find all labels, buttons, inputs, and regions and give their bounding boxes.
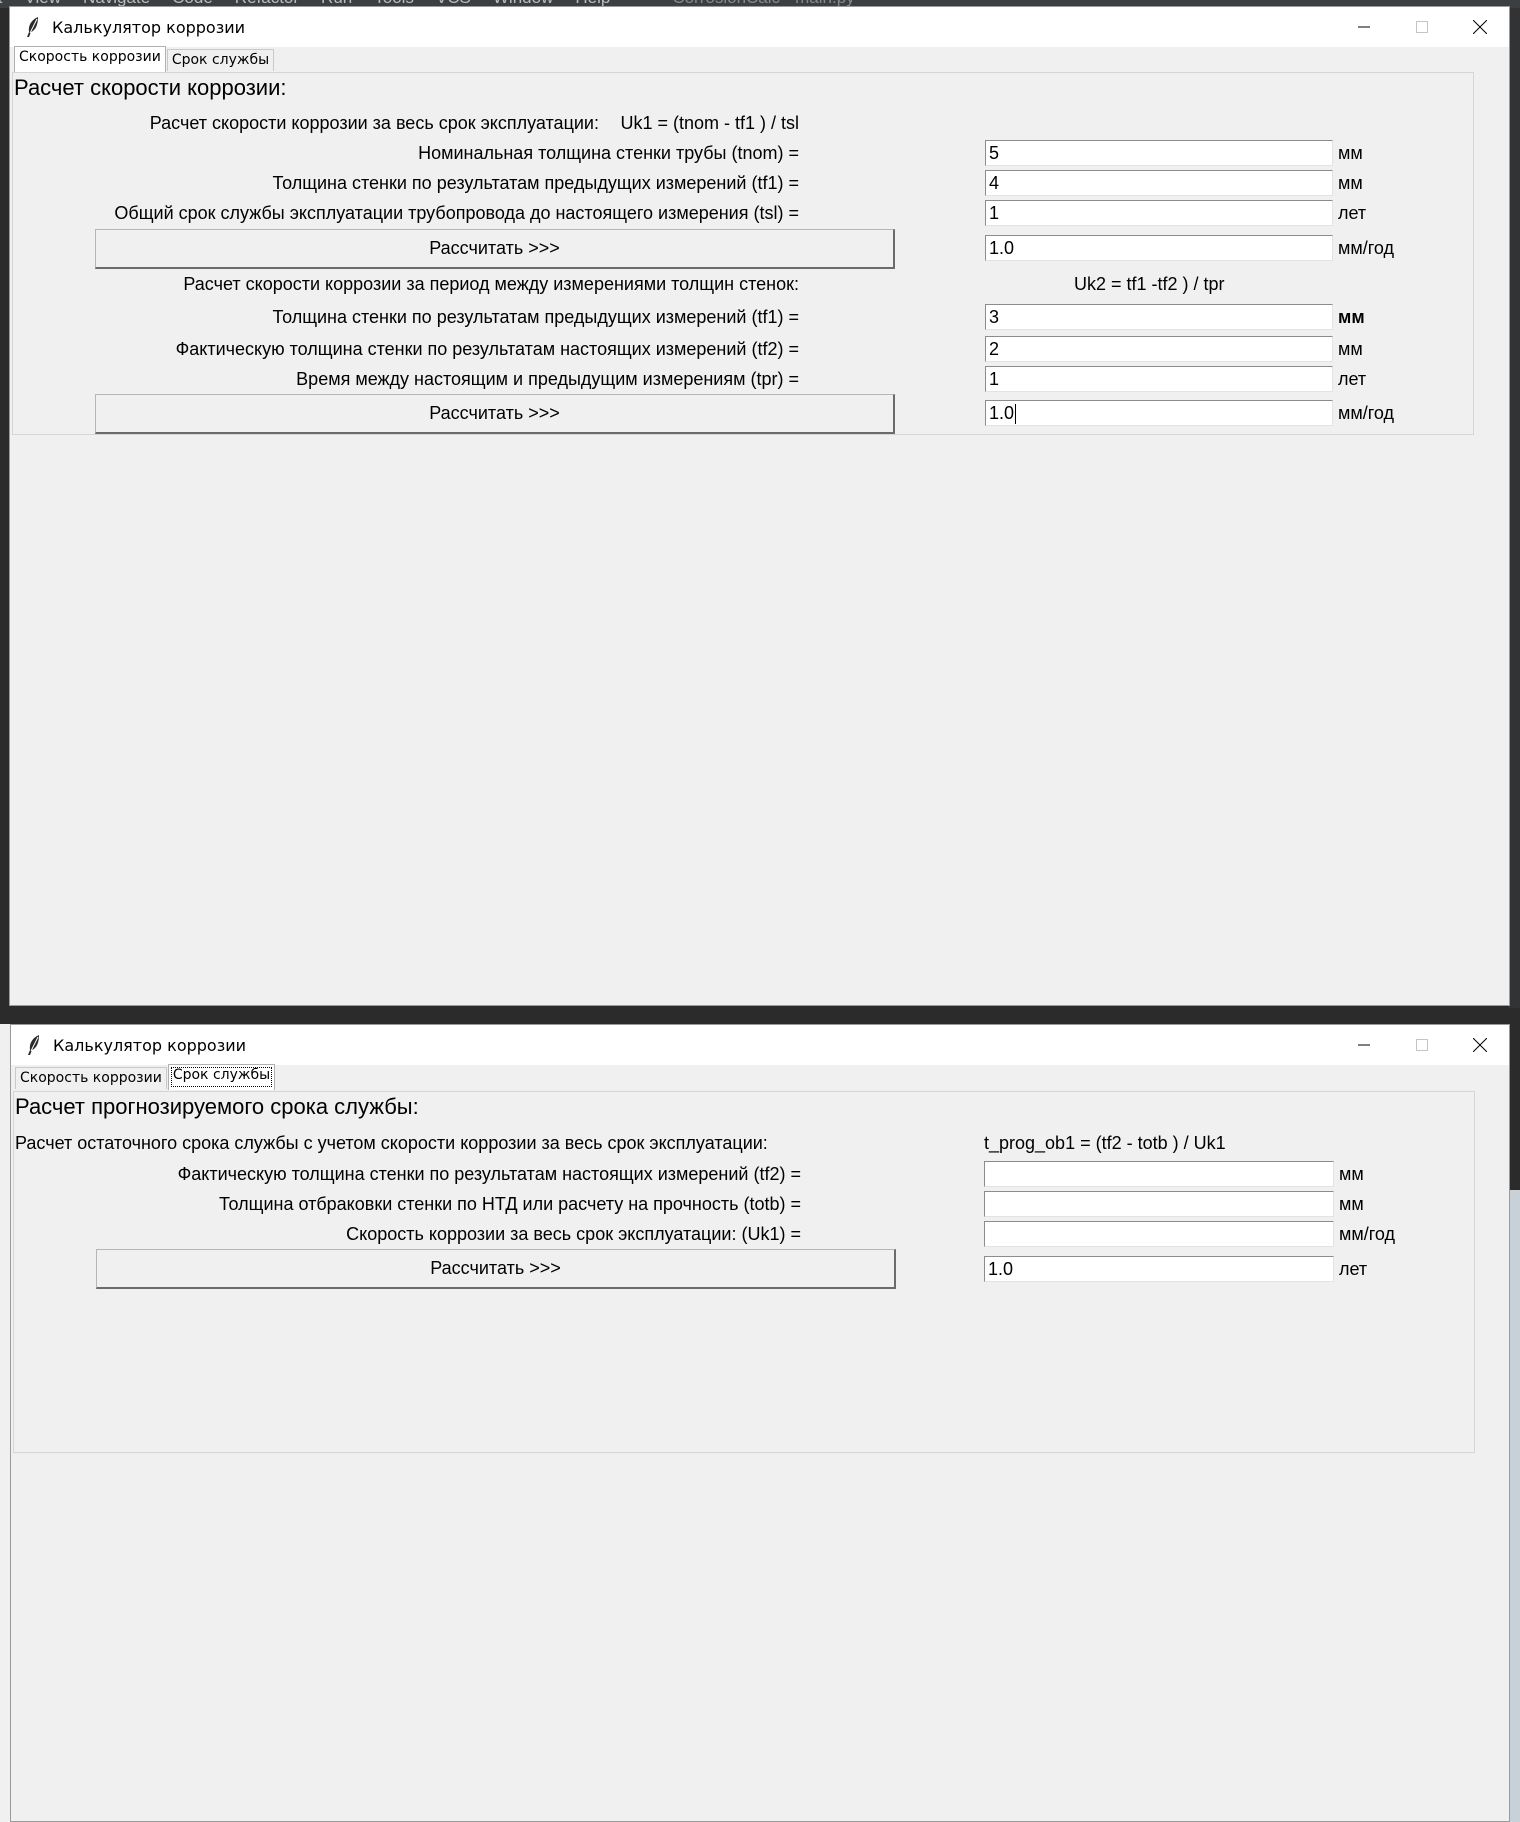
section2-formula: Uk2 = tf1 -tf2 ) / tpr — [1074, 274, 1225, 294]
maximize-icon[interactable] — [1393, 1025, 1451, 1065]
close-icon[interactable] — [1451, 1025, 1509, 1065]
unit-label: лет — [1339, 1259, 1368, 1279]
ide-right-panel — [1510, 1190, 1520, 1822]
unit-label: мм — [1339, 1194, 1364, 1214]
service-life-result-field[interactable]: 1.0 — [984, 1256, 1334, 1282]
calculate-uk1-button[interactable]: Рассчитать >>> — [95, 229, 895, 269]
tnom-input[interactable]: 5 — [985, 140, 1333, 166]
close-icon[interactable] — [1451, 7, 1509, 47]
unit-label: мм — [1339, 1164, 1364, 1184]
window-titlebar[interactable]: Калькулятор коррозии — [11, 1025, 1509, 1065]
maximize-icon[interactable] — [1393, 7, 1451, 47]
window-title: Калькулятор коррозии — [53, 1035, 247, 1055]
field-label-tf2: Фактическую толщина стенки по результата… — [175, 339, 799, 359]
unit-label: мм/год — [1338, 403, 1395, 423]
uk1-result-field[interactable]: 1.0 — [985, 235, 1333, 261]
ide-gap — [0, 1008, 1520, 1024]
unit-label: лет — [1338, 203, 1367, 223]
tab-corrosion-rate[interactable]: Скорость коррозии — [15, 1067, 167, 1089]
section1-formula: Uk1 = (tnom - tf1 ) / tsl — [620, 113, 799, 133]
window-titlebar[interactable]: Калькулятор коррозии — [10, 7, 1509, 47]
unit-label: мм — [1338, 307, 1365, 327]
unit-label: мм — [1338, 339, 1363, 359]
tf2-input[interactable] — [984, 1161, 1334, 1187]
field-label-tf2: Фактическую толщина стенки по результата… — [177, 1164, 801, 1184]
ide-menu-item[interactable]: it — [0, 0, 3, 8]
minimize-icon[interactable] — [1335, 7, 1393, 47]
section-heading: Расчет прогнозируемого срока службы: — [15, 1094, 419, 1119]
field-label-tf1: Толщина стенки по результатам предыдущих… — [272, 307, 799, 327]
tf1-input[interactable]: 4 — [985, 170, 1333, 196]
calculate-service-life-button[interactable]: Рассчитать >>> — [96, 1249, 896, 1289]
section1-caption: Расчет скорости коррозии за весь срок эк… — [149, 113, 599, 133]
tsl-input[interactable]: 1 — [985, 200, 1333, 226]
unit-label: мм — [1338, 173, 1363, 193]
unit-label: мм — [1338, 143, 1363, 163]
tab-corrosion-rate[interactable]: Скорость коррозии — [14, 46, 166, 72]
calculator-window-service-life: Калькулятор коррозии Скорость коррозии С… — [10, 1024, 1510, 1822]
calculator-window-corrosion-rate: Калькулятор коррозии Скорость коррозии С… — [9, 6, 1510, 1006]
tf2-input[interactable]: 2 — [985, 336, 1333, 362]
tf1-input-2[interactable]: 3 — [985, 304, 1333, 330]
totb-input[interactable] — [984, 1191, 1334, 1217]
uk2-result-field[interactable]: 1.0 — [985, 400, 1333, 426]
notebook-tabs: Скорость коррозии Срок службы — [15, 1064, 1509, 1090]
notebook-tabs: Скорость коррозии Срок службы — [14, 46, 1509, 72]
window-controls — [1335, 7, 1509, 47]
field-label-tsl: Общий срок службы эксплуатации трубопров… — [114, 203, 799, 223]
field-label-uk1: Скорость коррозии за весь срок эксплуата… — [346, 1224, 801, 1244]
text-caret — [1015, 404, 1017, 425]
tab-service-life[interactable]: Срок службы — [166, 49, 275, 71]
field-label-totb: Толщина отбраковки стенки по НТД или рас… — [218, 1194, 801, 1214]
uk1-input[interactable] — [984, 1221, 1334, 1247]
window-title: Калькулятор коррозии — [52, 17, 246, 37]
section-heading: Расчет скорости коррозии: — [14, 75, 287, 100]
unit-label: мм/год — [1339, 1224, 1396, 1244]
section2-caption: Расчет скорости коррозии за период между… — [183, 274, 799, 294]
minimize-icon[interactable] — [1335, 1025, 1393, 1065]
feather-icon — [21, 1032, 47, 1058]
section-formula: t_prog_ob1 = (tf2 - totb ) / Uk1 — [984, 1133, 1226, 1153]
ide-left-gutter-lower — [0, 1024, 10, 1822]
section-caption: Расчет остаточного срока службы с учетом… — [15, 1133, 768, 1153]
uk2-result-value: 1.0 — [989, 403, 1015, 423]
tab-service-life[interactable]: Срок службы — [167, 1064, 276, 1090]
feather-icon — [20, 14, 46, 40]
field-label-tnom: Номинальная толщина стенки трубы (tnom) … — [418, 143, 799, 163]
field-label-tpr: Время между настоящим и предыдущим измер… — [296, 369, 799, 389]
unit-label: мм/год — [1338, 238, 1395, 258]
window-controls — [1335, 1025, 1509, 1065]
unit-label: лет — [1338, 369, 1367, 389]
tpr-input[interactable]: 1 — [985, 366, 1333, 392]
field-label-tf1: Толщина стенки по результатам предыдущих… — [272, 173, 799, 193]
calculate-uk2-button[interactable]: Рассчитать >>> — [95, 394, 895, 434]
